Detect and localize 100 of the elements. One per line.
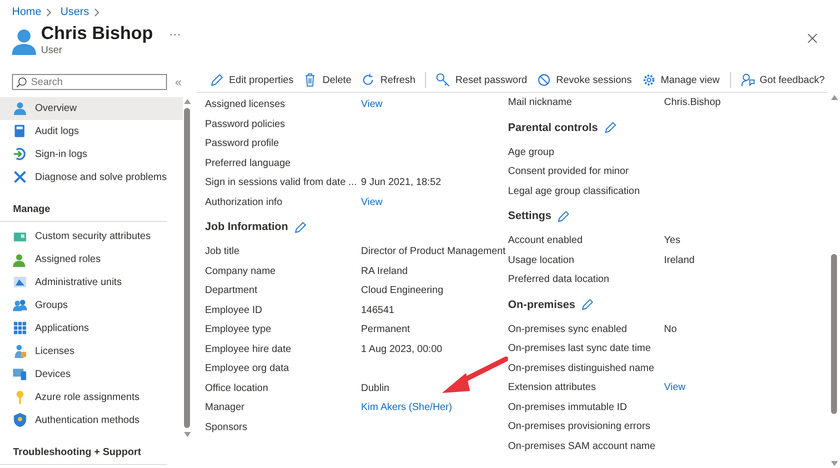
toolbar-button[interactable]: Edit properties [210, 73, 294, 87]
property-value: Cloud Engineering [361, 285, 444, 296]
property-label: Manager [205, 402, 246, 414]
section-title: Job Information [205, 221, 288, 233]
trash-icon [303, 73, 318, 87]
property-link[interactable]: View [361, 196, 382, 208]
section-title: On-premises [508, 298, 576, 310]
nav-item[interactable]: Sign-in logs [0, 142, 183, 166]
property-label: Employee org data [205, 363, 290, 374]
toolbar-button[interactable]: Refresh [361, 73, 416, 87]
property-label: On-premises sync enabled [508, 324, 628, 335]
nav-item[interactable]: Licenses [0, 340, 183, 363]
nav-section-heading: Troubleshooting + Support [0, 432, 167, 465]
property-label: Usage location [508, 254, 576, 266]
nav-item[interactable]: Assigned roles [0, 248, 183, 271]
nav-item[interactable]: Diagnose and solve problems [0, 166, 183, 189]
breadcrumb-link[interactable]: Home [12, 6, 42, 18]
more-button[interactable]: ··· [169, 26, 182, 40]
section-title: Settings [508, 210, 552, 222]
card-icon [13, 230, 27, 244]
property-label: Employee type [205, 324, 272, 336]
property-label: Sign in sessions valid from date ... [205, 177, 358, 188]
property-label: Legal age group classification [508, 186, 641, 197]
nav-item[interactable]: Groups [0, 294, 183, 317]
property-label: On-premises distinguished name [508, 362, 656, 374]
property-label: Extension attributes [508, 382, 597, 394]
edit-button[interactable] [604, 121, 617, 134]
property-label: On-premises SAM account name [508, 440, 656, 452]
nav-item[interactable]: Devices [0, 362, 183, 386]
search-field[interactable]: Search [12, 74, 167, 90]
sign-in-icon [13, 147, 27, 162]
property-link[interactable]: View [361, 99, 382, 110]
edit-button[interactable] [557, 210, 570, 222]
feedback-icon [740, 73, 755, 87]
grid-icon [13, 321, 27, 336]
breadcrumb-link[interactable]: Users [60, 6, 90, 18]
close-button[interactable]: × [804, 28, 820, 49]
nav-item[interactable]: Audit logs [0, 120, 183, 143]
property-label: Age group [508, 146, 556, 158]
property-value: Ireland [664, 254, 695, 266]
property-link[interactable]: Kim Akers (She/Her) [361, 402, 452, 414]
building-icon [13, 275, 27, 290]
property-label: On-premises provisioning errors [508, 421, 652, 432]
property-label: Consent provided for minor [508, 166, 630, 178]
section-title: Parental controls [508, 122, 598, 134]
pencil-icon [210, 73, 224, 87]
property-value: No [664, 324, 677, 335]
nav-item[interactable]: Azure role assignments [0, 386, 183, 409]
settings-icon [642, 73, 656, 87]
property-value: Chris.Bishop [664, 97, 721, 108]
nav-item[interactable]: Overview [0, 97, 183, 120]
user-avatar-icon [12, 29, 36, 55]
property-label: Employee hire date [205, 344, 292, 355]
toolbar-button[interactable]: Manage view [642, 73, 720, 87]
page-subtitle: User [41, 45, 64, 56]
toolbar-button[interactable]: Revoke sessions [537, 73, 632, 87]
property-value: Dublin [361, 382, 390, 394]
property-value: 9 Jun 2021, 18:52 [361, 177, 442, 188]
property-value: Yes [664, 235, 680, 246]
monitor-icon [13, 367, 27, 382]
property-label: Company name [205, 266, 277, 277]
property-label: Office location [205, 382, 270, 394]
property-value: 1 Aug 2023, 00:00 [361, 344, 442, 355]
property-label: On-premises last sync date time [508, 343, 652, 354]
scrollbar[interactable] [830, 93, 838, 468]
edit-button[interactable] [294, 220, 308, 234]
property-label: Assigned licenses [205, 99, 286, 110]
edit-button[interactable] [581, 298, 594, 311]
nav-section-heading: Manage [0, 188, 167, 222]
scroll-up-icon [830, 95, 838, 100]
people-icon [13, 298, 27, 312]
nav-item[interactable]: Authentication methods [0, 408, 183, 432]
person-icon [13, 344, 27, 358]
property-value: Director of Product Management [361, 246, 506, 258]
property-label: Authorization info [205, 196, 284, 208]
nav-item[interactable]: Applications [0, 316, 183, 340]
toolbar-button[interactable]: Reset password [436, 73, 528, 87]
property-link[interactable]: View [664, 382, 686, 394]
toolbar-button[interactable]: Delete [303, 73, 352, 87]
property-label: Preferred data location [508, 274, 610, 286]
refresh-icon [361, 73, 376, 87]
person-icon [13, 252, 27, 266]
property-value: 146541 [361, 304, 394, 316]
property-label: Password profile [205, 138, 280, 150]
collapse-button[interactable]: « [175, 75, 182, 89]
scroll-down-icon [830, 461, 838, 466]
chevron-icon [94, 8, 100, 16]
property-label: Job title [205, 246, 240, 258]
property-label: Department [205, 285, 258, 296]
book-icon [13, 124, 27, 138]
toolbar-button[interactable]: Got feedback? [740, 73, 825, 87]
property-value: RA Ireland [361, 266, 408, 277]
property-value: Permanent [361, 324, 410, 336]
shield-icon [13, 413, 27, 428]
chevron-icon [46, 8, 52, 16]
property-label: On-premises immutable ID [508, 402, 628, 413]
property-label: Sponsors [205, 422, 248, 433]
nav-item[interactable]: Administrative units [0, 270, 183, 294]
key-icon [436, 73, 450, 87]
nav-item[interactable]: Custom security attributes [0, 225, 183, 248]
